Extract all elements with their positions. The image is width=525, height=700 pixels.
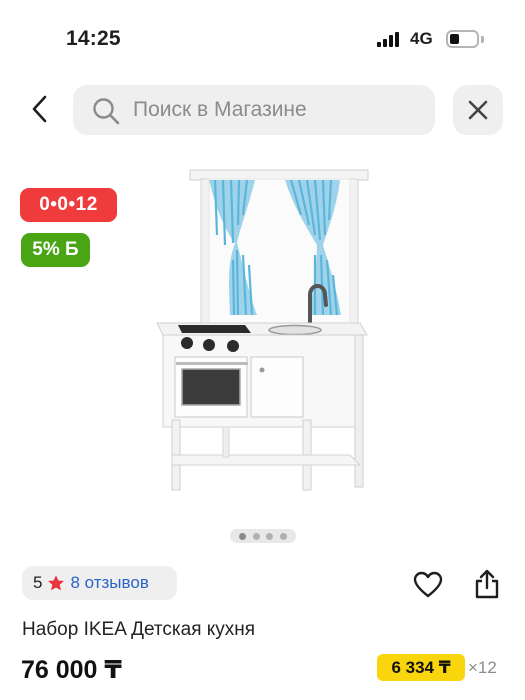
timer-badge: 0•0•12: [20, 188, 117, 222]
close-button[interactable]: [453, 85, 503, 135]
search-box[interactable]: [73, 85, 435, 135]
image-pager[interactable]: [230, 529, 296, 543]
network-type: 4G: [410, 29, 433, 48]
favorite-button[interactable]: [411, 568, 445, 602]
pager-dot[interactable]: [252, 532, 260, 540]
rating-reviews[interactable]: 5 8 отзывов: [22, 566, 177, 600]
bonus-badge: 5% Б: [21, 233, 90, 267]
rating-value: 5: [33, 573, 43, 592]
pager-dot[interactable]: [266, 532, 274, 540]
product-price: 76 000 ₸: [21, 656, 122, 684]
status-bar: 14:25 4G: [0, 0, 525, 70]
status-time: 14:25: [66, 27, 121, 50]
product-image[interactable]: [145, 165, 380, 495]
search-input[interactable]: [133, 85, 423, 135]
back-button[interactable]: [22, 88, 58, 130]
pager-dot[interactable]: [279, 532, 287, 540]
reviews-link[interactable]: 8 отзывов: [70, 573, 148, 593]
battery-icon: [446, 30, 479, 48]
back-arrow-icon: [32, 95, 47, 123]
installment-count: ×12: [468, 658, 497, 677]
battery-cap: [481, 36, 484, 43]
signal-icon: [377, 31, 403, 47]
close-icon: [468, 100, 488, 120]
product-title: Набор IKEA Детская кухня: [22, 619, 256, 640]
share-button[interactable]: [470, 566, 504, 602]
installment-badge[interactable]: 6 334 ₸: [377, 654, 465, 681]
star-icon: [48, 575, 65, 591]
search-icon: [93, 98, 120, 125]
share-icon: [475, 569, 499, 599]
heart-icon: [413, 571, 443, 598]
pager-dot[interactable]: [239, 532, 247, 540]
